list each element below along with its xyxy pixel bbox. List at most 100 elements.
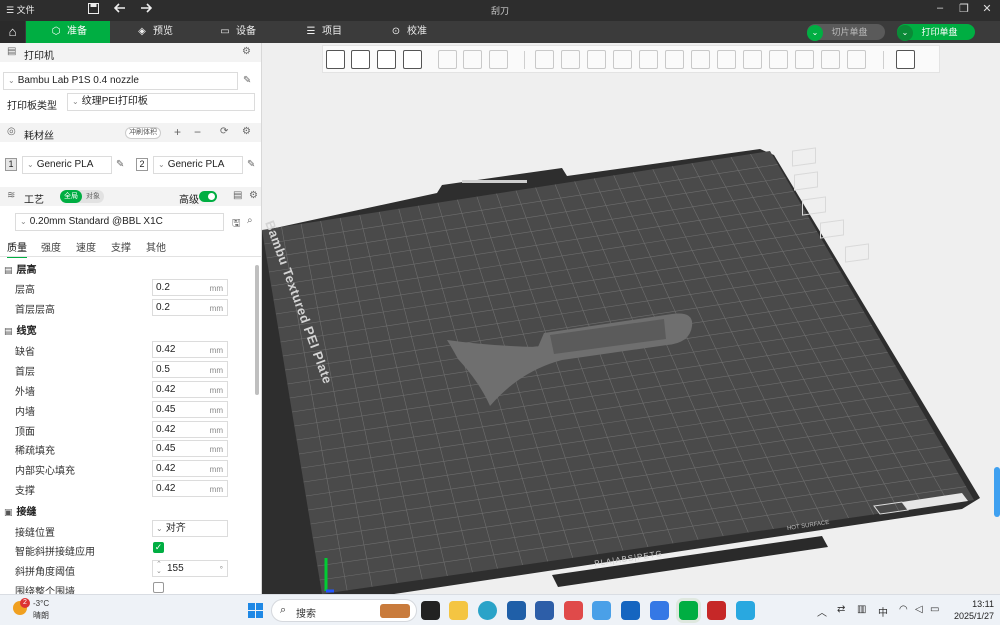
analytics-app-icon[interactable] <box>535 601 554 620</box>
subtab-others[interactable]: 其他 <box>146 239 166 254</box>
sparse-infill-width-field[interactable]: 0.45 mm <box>152 440 228 457</box>
undo-icon[interactable] <box>113 3 126 17</box>
plate-preview-icon[interactable] <box>794 171 818 191</box>
chevron-down-icon[interactable]: ⌄ <box>807 25 823 41</box>
close-icon[interactable]: ✕ <box>978 2 996 15</box>
plate-settings-icon[interactable] <box>845 243 869 263</box>
filament-slot-badge[interactable]: 2 <box>136 158 148 171</box>
tab-prepare[interactable]: ⬡ 准备 <box>26 21 110 43</box>
top-surface-width-field[interactable]: 0.42 mm <box>152 421 228 438</box>
minimize-icon[interactable]: – <box>931 2 949 14</box>
solidworks-icon[interactable] <box>707 601 726 620</box>
sparse-infill-width-label: 稀疏填充 <box>15 446 55 457</box>
edit-icon[interactable]: ✎ <box>243 75 251 86</box>
edit-icon[interactable]: ✎ <box>247 159 255 170</box>
default-width-field[interactable]: 0.42 mm <box>152 341 228 358</box>
file-explorer-icon[interactable] <box>449 601 468 620</box>
layers-icon: ◈ <box>138 26 146 37</box>
field-unit: mm <box>209 426 223 435</box>
wifi-icon[interactable]: ◠ <box>899 604 908 615</box>
support-width-label: 支撑 <box>15 486 35 497</box>
plate-type-select[interactable]: ⌄ 纹理PEI打印板 <box>67 93 255 111</box>
smart-scarf-seam-checkbox[interactable]: ✓ <box>153 542 164 553</box>
print-plate-button[interactable]: ⌄ 打印单盘 <box>897 24 975 41</box>
store-icon[interactable] <box>507 601 526 620</box>
app-icon[interactable] <box>564 601 583 620</box>
bambu-studio-icon[interactable] <box>679 601 698 620</box>
chevron-up-icon[interactable]: ︿ <box>817 604 827 619</box>
process-profile-select[interactable]: ⌄ 0.20mm Standard @BBL X1C <box>15 213 224 231</box>
task-view-icon[interactable] <box>421 601 440 620</box>
internal-solid-infill-width-field[interactable]: 0.42 mm <box>152 460 228 477</box>
process-profile-value: 0.20mm Standard @BBL X1C <box>29 216 163 227</box>
inner-wall-width-field[interactable]: 0.45 mm <box>152 401 228 418</box>
global-object-toggle[interactable]: 全局 对象 <box>60 190 104 203</box>
clock-date[interactable]: 2025/1/27 <box>946 611 994 621</box>
seam-group-title: ▣ 接缝 <box>4 503 37 518</box>
add-icon[interactable]: + <box>174 125 181 139</box>
subtab-speed[interactable]: 速度 <box>76 239 96 254</box>
tab-calibration[interactable]: ⊙ 校准 <box>390 21 427 43</box>
sync-icon[interactable]: ⟳ <box>220 126 228 137</box>
toggle-object[interactable]: 对象 <box>82 190 104 203</box>
slice-plate-label: 切片单盘 <box>831 27 868 37</box>
search-icon[interactable]: ⌕ <box>247 215 253 226</box>
edge-browser-icon[interactable] <box>478 601 497 620</box>
slice-plate-button[interactable]: ⌄ 切片单盘 <box>807 24 885 41</box>
windows-start-icon[interactable] <box>248 603 263 618</box>
feishu-icon[interactable] <box>650 601 669 620</box>
volume-icon[interactable]: ◁ <box>915 604 923 615</box>
tray-app-icon[interactable]: ▥ <box>857 604 866 615</box>
chevron-down-icon[interactable]: ⌄ <box>897 25 913 41</box>
clock-time[interactable]: 13:11 <box>950 599 994 609</box>
spinner-arrows-icon[interactable]: ⌃ ⌄ <box>156 561 162 575</box>
initial-layer-height-field[interactable]: 0.2 mm <box>152 299 228 316</box>
remove-icon[interactable]: − <box>194 125 201 139</box>
home-icon[interactable]: ⌂ <box>0 21 25 43</box>
compare-icon[interactable]: ▤ <box>233 190 242 201</box>
filament-slot-badge[interactable]: 1 <box>5 158 17 171</box>
wrap-whole-wall-checkbox[interactable] <box>153 582 164 593</box>
printer-select-value: Bambu Lab P1S 0.4 nozzle <box>17 75 139 86</box>
scarf-angle-threshold-field[interactable]: ⌃ ⌄ 155 ° <box>152 560 228 577</box>
tab-preview[interactable]: ◈ 预览 <box>136 21 173 43</box>
gear-icon[interactable]: ⚙ <box>249 190 258 201</box>
layer-height-field[interactable]: 0.2 mm <box>152 279 228 296</box>
close-plate-icon[interactable] <box>792 147 816 167</box>
file-menu[interactable]: ☰ 文件 <box>6 3 35 16</box>
cloud-app-icon[interactable] <box>592 601 611 620</box>
screen-app-icon[interactable] <box>736 601 755 620</box>
gear-icon[interactable]: ⚙ <box>242 46 251 57</box>
restore-icon[interactable]: ❐ <box>955 2 973 15</box>
input-method-indicator[interactable]: 中 <box>878 604 888 619</box>
tab-project[interactable]: ☰ 项目 <box>305 21 342 43</box>
seam-position-select[interactable]: ⌄ 对齐 <box>152 520 228 537</box>
toggle-global[interactable]: 全局 <box>60 190 82 203</box>
subtab-support[interactable]: 支撑 <box>111 239 131 254</box>
outer-wall-width-field[interactable]: 0.42 mm <box>152 381 228 398</box>
outlook-icon[interactable] <box>621 601 640 620</box>
plate-surface <box>262 151 974 594</box>
save-icon[interactable] <box>88 3 99 17</box>
tray-app-icon[interactable]: ⇄ <box>837 604 845 615</box>
printer-select[interactable]: ⌄ Bambu Lab P1S 0.4 nozzle <box>3 72 238 90</box>
filament-select-1[interactable]: ⌄ Generic PLA <box>22 156 112 174</box>
edit-icon[interactable]: ✎ <box>116 159 124 170</box>
subtab-strength[interactable]: 强度 <box>41 239 61 254</box>
support-width-field[interactable]: 0.42 mm <box>152 480 228 497</box>
lock-plate-icon[interactable] <box>820 219 844 239</box>
advanced-switch[interactable] <box>199 191 217 202</box>
gear-icon[interactable]: ⚙ <box>242 126 251 137</box>
layer-slider[interactable] <box>994 467 1000 517</box>
save-icon[interactable]: 🖫 <box>232 216 241 233</box>
taskbar-search[interactable]: ⌕ 搜索 <box>271 599 417 622</box>
arrange-plate-icon[interactable] <box>802 196 826 216</box>
filament-select-2[interactable]: ⌄ Generic PLA <box>153 156 243 174</box>
3d-viewport[interactable]: Bambu Textured PEI Plate PLA|ABS|PETG HO… <box>262 43 1000 594</box>
redo-icon[interactable] <box>140 3 153 17</box>
panel-scrollbar[interactable] <box>255 265 259 395</box>
tab-device[interactable]: ▭ 设备 <box>219 21 256 43</box>
initial-layer-width-field[interactable]: 0.5 mm <box>152 361 228 378</box>
battery-icon[interactable]: ▭ <box>930 604 939 615</box>
flush-volume-button[interactable]: 冲刷体积 <box>125 127 161 139</box>
